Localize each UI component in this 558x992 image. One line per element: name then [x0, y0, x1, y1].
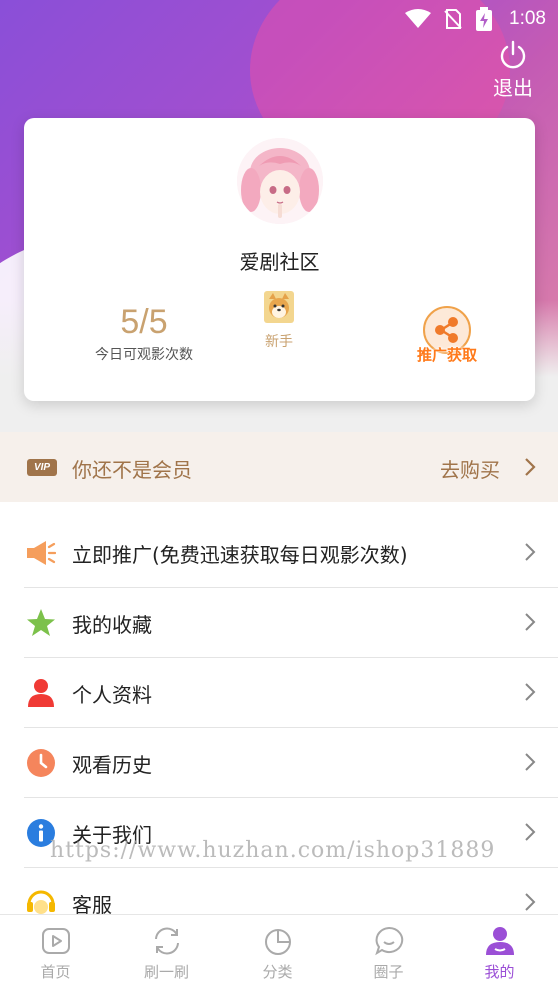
- profile-icon: [486, 927, 514, 955]
- chevron-right-icon: [525, 893, 536, 911]
- play-icon: [42, 928, 70, 954]
- clock-icon: [27, 749, 55, 777]
- wifi-icon: [405, 9, 431, 28]
- battery-charging-icon: [476, 7, 492, 31]
- megaphone-icon: [27, 541, 56, 565]
- vip-status-text: 你还不是会员: [72, 458, 192, 482]
- quota-value: 5/5: [120, 303, 168, 341]
- chevron-right-icon: [525, 683, 536, 701]
- anime-avatar-image: [237, 138, 323, 224]
- nickname: 爱剧社区: [239, 250, 320, 274]
- tab-circle[interactable]: 圈子: [333, 915, 444, 992]
- refresh-icon: [155, 927, 179, 955]
- menu-list: 立即推广(免费迅速获取每日观影次数) 我的收藏 个人资料 观看历史 关于我们 客…: [0, 518, 558, 938]
- level-label: 新手: [265, 334, 293, 350]
- menu-item-promote[interactable]: 立即推广(免费迅速获取每日观影次数): [24, 518, 558, 588]
- power-icon: [500, 40, 526, 69]
- logout-button[interactable]: 退出: [485, 40, 541, 104]
- watermark-text: https://www.huzhan.com/ishop31889: [50, 838, 496, 863]
- menu-item-history[interactable]: 观看历史: [24, 728, 558, 798]
- tab-home[interactable]: 首页: [0, 915, 111, 992]
- chevron-right-icon: [525, 543, 536, 561]
- menu-item-label: 立即推广(免费迅速获取每日观影次数): [72, 543, 408, 567]
- daily-quota: 5/5 今日可观影次数: [64, 303, 224, 364]
- profile-card: 爱剧社区 5/5 今日可观影次数 新手 推广获取: [24, 118, 535, 401]
- tab-swipe[interactable]: 刷一刷: [111, 915, 222, 992]
- menu-item-favorites[interactable]: 我的收藏: [24, 588, 558, 658]
- menu-item-label: 观看历史: [72, 753, 152, 777]
- logout-label: 退出: [493, 76, 533, 100]
- chat-icon: [375, 926, 404, 956]
- tab-label: 首页: [40, 963, 71, 981]
- vip-banner[interactable]: VIP 你还不是会员 去购买: [0, 432, 558, 502]
- promo-earn-button[interactable]: 推广获取: [407, 306, 487, 364]
- pie-icon: [265, 929, 291, 955]
- tab-mine[interactable]: 我的: [444, 915, 555, 992]
- tab-label: 我的: [484, 963, 515, 981]
- clock: 1:08: [509, 8, 546, 29]
- shiba-dog-icon: [264, 291, 294, 323]
- promo-label: 推广获取: [416, 346, 477, 364]
- chevron-right-icon: [525, 458, 536, 476]
- tab-label: 圈子: [373, 963, 404, 981]
- status-bar: 1:08: [0, 0, 558, 40]
- star-icon: [27, 609, 55, 636]
- vip-icon: VIP: [27, 459, 57, 476]
- no-sim-icon: [444, 9, 462, 29]
- bottom-tab-bar: 首页 刷一刷 分类 圈子 我的: [0, 914, 558, 992]
- person-icon: [28, 679, 54, 707]
- tab-label: 分类: [262, 963, 293, 981]
- chevron-right-icon: [525, 823, 536, 841]
- chevron-right-icon: [525, 613, 536, 631]
- avatar[interactable]: [237, 138, 323, 224]
- menu-item-label: 我的收藏: [72, 613, 152, 637]
- menu-item-label: 个人资料: [72, 683, 152, 707]
- vip-buy-link[interactable]: 去购买: [440, 454, 500, 483]
- user-level: 新手: [249, 291, 309, 351]
- quota-label: 今日可观影次数: [95, 347, 193, 363]
- chevron-right-icon: [525, 753, 536, 771]
- tab-category[interactable]: 分类: [222, 915, 333, 992]
- tab-label: 刷一刷: [143, 963, 189, 981]
- menu-item-profile[interactable]: 个人资料: [24, 658, 558, 728]
